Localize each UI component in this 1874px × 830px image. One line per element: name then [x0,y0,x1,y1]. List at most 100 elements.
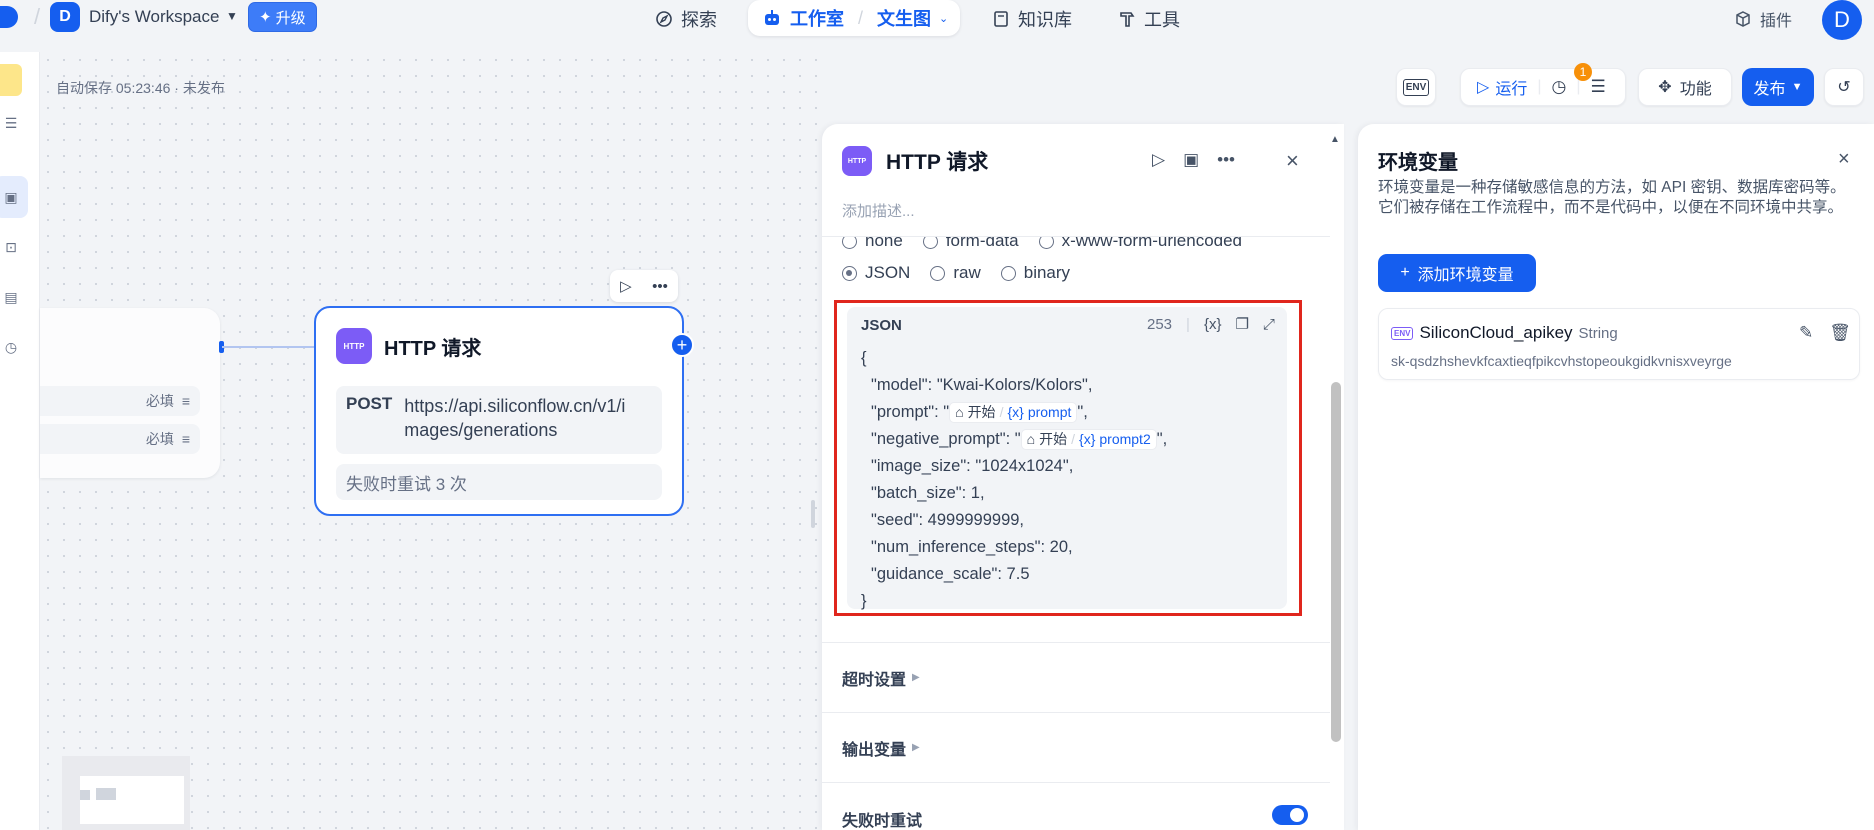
radio-label: form-data [945,236,1019,250]
var-source: 开始 [967,404,996,421]
play-icon: ▷ [1477,79,1490,96]
add-env-variable-button[interactable]: + 添加环境变量 [1378,254,1536,292]
body-type-row: none form-data x-www-form-urlencoded [842,236,1243,251]
settings-sliders-icon[interactable]: ☰ [0,112,22,134]
code-text: "negative_prompt": " [871,430,1021,448]
monitor-icon[interactable]: ◷ [0,336,22,358]
nav-explore-label: 探索 [681,10,717,30]
separator: / [1071,431,1076,448]
radio-label: binary [1023,263,1071,282]
section-timeout[interactable]: 超时设置 ▶ [822,642,1330,712]
request-url: https://api.siliconflow.cn/v1/images/gen… [404,396,626,440]
body-type-json[interactable]: JSON [842,263,910,283]
section-label: 输出变量 [842,741,907,759]
nav-explore[interactable]: 探索 [655,6,717,32]
env-variable-type: String [1578,324,1618,342]
env-variables-panel: 环境变量 × 环境变量是一种存储敏感信息的方法，如 API 密钥、数据库密码等。… [1358,124,1874,830]
nav-knowledge[interactable]: 知识库 [992,6,1072,32]
checklist-badge: 1 [1574,63,1592,81]
history-clock-icon[interactable]: ◷ [1551,77,1566,97]
scroll-up-icon[interactable]: ▲ [1330,134,1340,145]
run-button[interactable]: ▷ 运行 [1477,75,1527,99]
section-retry: 失败时重试 [822,782,1330,830]
expand-icon[interactable]: ⤢ [1263,316,1275,333]
workspace-name[interactable]: Dify's Workspace [89,7,219,27]
radio-label: none [865,236,903,250]
code-line: "seed": 4999999999, [871,511,1025,529]
checklist-icon[interactable]: ☰ [1590,77,1605,97]
edit-pencil-icon[interactable]: ✎ [1799,323,1813,343]
nav-tools[interactable]: 工具 [1118,6,1180,32]
upgrade-label: 升级 [275,9,306,27]
app-icon[interactable] [0,64,22,96]
compass-icon [656,11,672,27]
app-name[interactable]: 文生图 [877,5,931,31]
dify-logo[interactable] [0,6,18,28]
more-icon[interactable]: ••• [652,278,668,295]
start-node[interactable]: 必填 ≡ 必填 ≡ [40,308,220,478]
features-button[interactable]: ✥ 功能 [1638,68,1732,106]
copy-icon[interactable]: ❐ [1235,315,1248,333]
body-type-raw[interactable]: raw [930,263,981,283]
scrollbar-thumb[interactable] [1331,382,1341,742]
nav-tools-label: 工具 [1144,10,1180,30]
var-source: 开始 [1039,431,1068,448]
close-icon[interactable]: × [1838,148,1850,171]
required-tag: 必填 [145,431,174,447]
code-line: "guidance_scale": 7.5 [871,565,1030,583]
caret-right-icon: ▶ [912,742,920,753]
env-button[interactable]: ENV [1396,68,1436,106]
features-label: 功能 [1679,81,1712,98]
version-history-button[interactable]: ↺ [1824,68,1864,106]
more-icon[interactable]: ••• [1217,150,1235,170]
code-line: "model": "Kwai-Kolors/Kolors", [871,376,1093,394]
add-node-button[interactable]: + [670,333,694,357]
chevron-down-icon[interactable]: ⌄ [939,12,948,25]
user-avatar[interactable]: D [1822,0,1862,40]
play-icon[interactable]: ▷ [620,277,632,295]
trash-icon[interactable]: 🗑 [1829,323,1851,343]
autosave-status: 自动保存 05:23:46 · 未发布 [56,80,225,96]
variable-icon: {x} [1079,431,1096,448]
separator: / [858,7,864,28]
minimap[interactable] [62,756,190,830]
chevron-down-icon[interactable]: ▼ [226,9,238,23]
http-request-node[interactable]: HTTP HTTP 请求 POST https://api.siliconflo… [314,306,684,516]
var-name: prompt [1027,404,1072,421]
http-icon: HTTP [842,146,872,176]
terminal-icon[interactable]: ⊡ [0,236,22,258]
variable-chip[interactable]: ⌂ 开始 / {x} prompt [949,402,1078,424]
json-code[interactable]: { "model": "Kwai-Kolors/Kolors", "prompt… [861,345,1167,615]
body-type-none[interactable]: none [842,236,903,251]
code-line: } [861,592,867,610]
workspace-avatar[interactable]: D [50,2,80,32]
orchestrate-icon: ▣ [4,188,18,205]
variable-chip[interactable]: ⌂ 开始 / {x} prompt2 [1020,429,1157,451]
description-input[interactable]: 添加描述... [842,200,915,221]
json-editor[interactable]: JSON 253 | {x} ❐ ⤢ { "model": "Kwai-Kolo… [847,307,1287,610]
hammer-icon [1120,12,1135,27]
body-type-form-data[interactable]: form-data [922,236,1019,251]
publish-button[interactable]: 发布 ▼ [1742,68,1814,106]
section-output[interactable]: 输出变量 ▶ [822,712,1330,782]
body-type-binary[interactable]: binary [1000,263,1071,283]
run-step-icon[interactable]: ▷ [1152,150,1165,170]
plugin-label: 插件 [1760,13,1793,30]
close-icon[interactable]: × [1286,148,1299,174]
edge-connector[interactable] [222,346,314,348]
panel-title[interactable]: HTTP 请求 [886,146,988,176]
nav-studio[interactable]: 工作室 / 文生图 ⌄ [748,0,960,36]
retry-toggle[interactable] [1272,805,1308,825]
insert-variable-icon[interactable]: {x} [1204,316,1222,333]
plugin-button[interactable]: 插件 [1734,7,1792,31]
upgrade-button[interactable]: ✦ 升级 [248,2,317,32]
minimap-node [96,788,116,800]
start-input-row: 必填 ≡ [40,386,200,416]
panel-resize-handle[interactable] [811,500,815,528]
radio-label: x-www-form-urlencoded [1061,236,1243,250]
docs-book-icon[interactable]: ▣ [1183,150,1199,170]
logs-icon[interactable]: ▤ [0,286,22,308]
minimap-node [80,790,90,800]
char-count: 253 [1147,315,1173,333]
body-type-urlencoded[interactable]: x-www-form-urlencoded [1038,236,1243,251]
